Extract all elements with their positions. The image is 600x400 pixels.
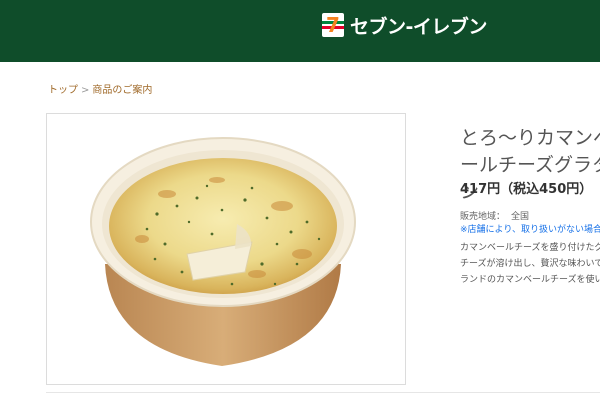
- description-line: カマンベールチーズを盛り付けたグ: [460, 243, 600, 253]
- gratin-photo: [90, 137, 356, 366]
- breadcrumb-current-link[interactable]: 商品のご案内: [92, 85, 152, 96]
- product-price: 417円（税込450円）: [460, 182, 593, 197]
- product-description: カマンベールチーズを盛り付けたグ チーズが溶け出し、贅沢な味わいで ランドのカマ…: [460, 240, 600, 288]
- sales-region: 販売地域： 全国: [460, 209, 529, 222]
- sales-region-value: 全国: [511, 212, 530, 222]
- product-image: [46, 113, 406, 385]
- divider: [46, 392, 600, 393]
- site-header: 7 セブン-イレブン: [0, 0, 600, 62]
- brand-name: セブン-イレブン: [350, 15, 487, 38]
- description-line: チーズが溶け出し、贅沢な味わいで: [460, 259, 600, 269]
- description-line: ランドのカマンベールチーズを使い: [460, 275, 600, 285]
- breadcrumb: トップ > 商品のご案内: [48, 81, 152, 96]
- breadcrumb-home-link[interactable]: トップ: [48, 85, 78, 96]
- availability-note: ※店舗により、取り扱いがない場合: [460, 225, 600, 235]
- seven-eleven-logo[interactable]: 7 セブン-イレブン: [322, 12, 487, 38]
- breadcrumb-separator: >: [81, 85, 90, 96]
- seven-logo-icon: 7: [322, 13, 344, 37]
- sales-region-label: 販売地域：: [460, 212, 506, 222]
